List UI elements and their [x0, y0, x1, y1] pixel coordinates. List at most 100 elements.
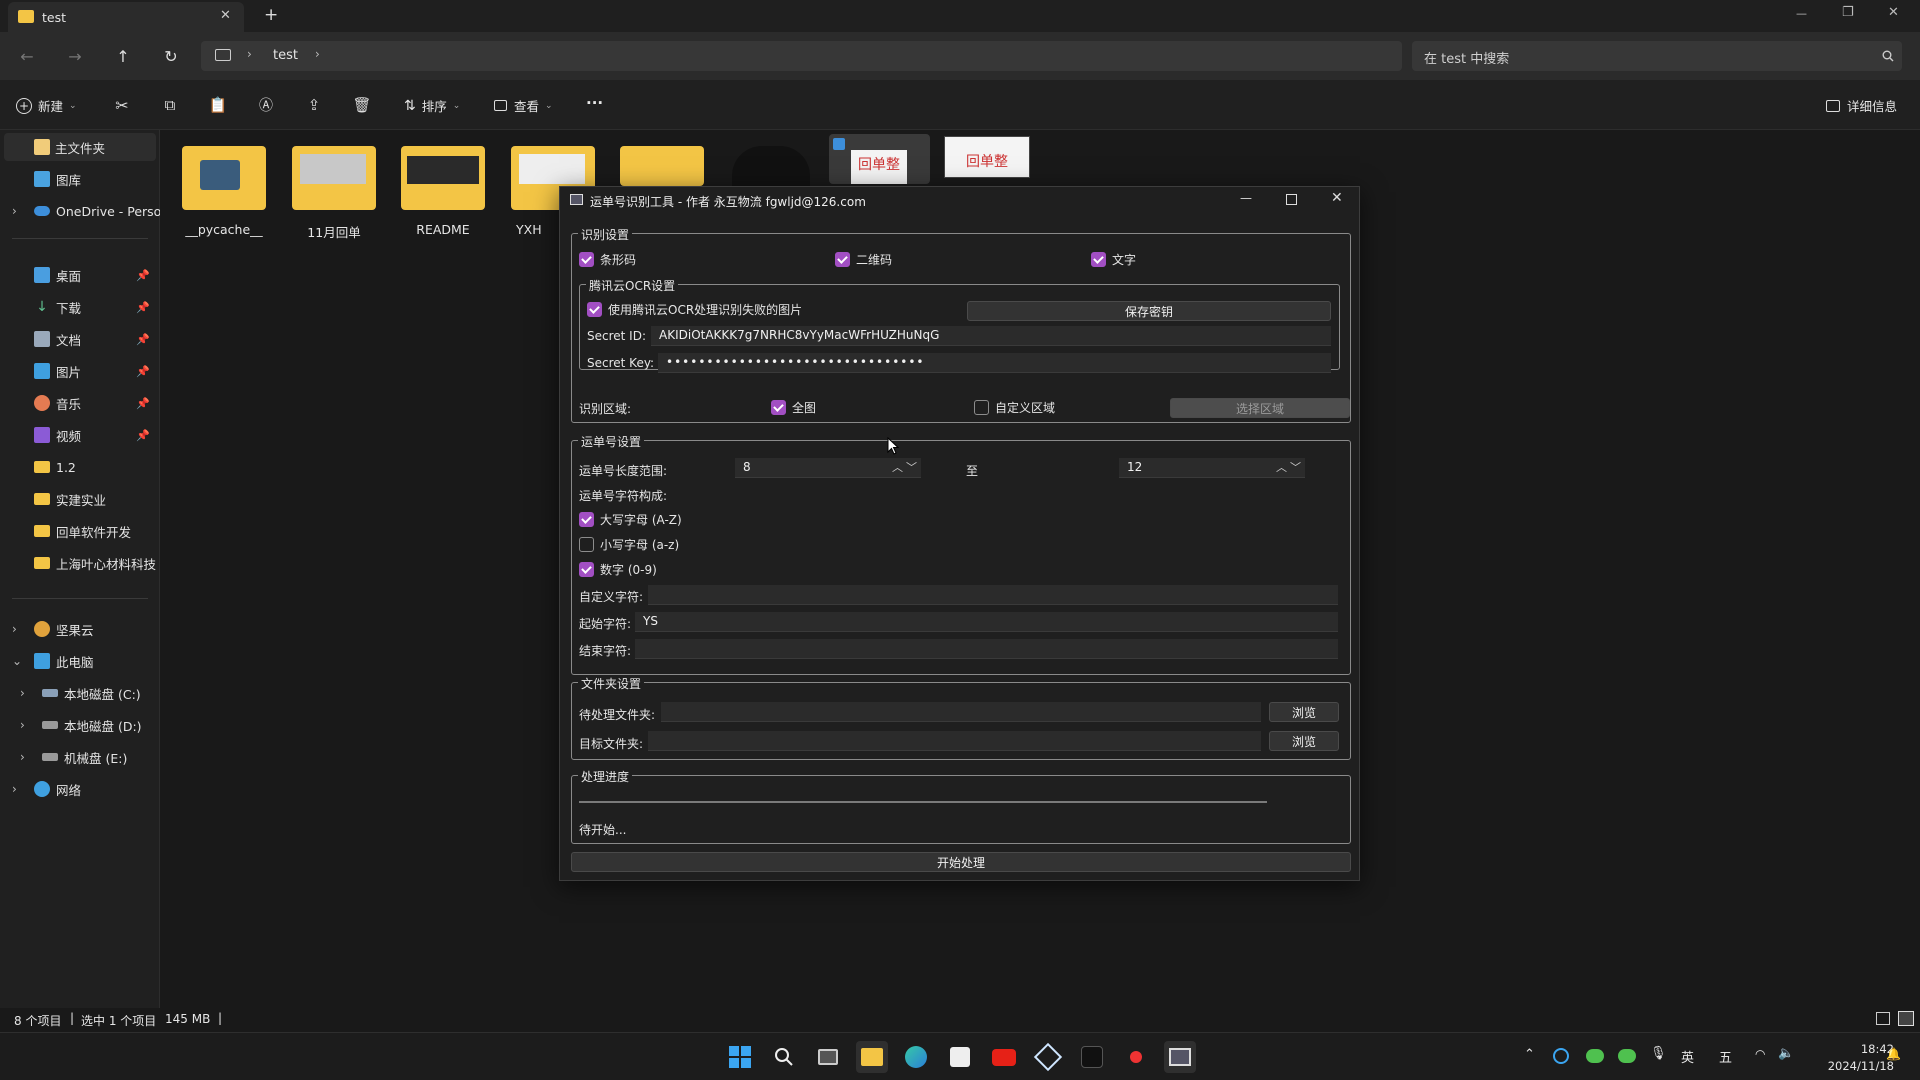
sidebar-item-gallery[interactable]: 图库 — [0, 165, 158, 193]
copy-icon[interactable]: ⧉ — [160, 95, 180, 115]
cut-icon[interactable]: ✂ — [112, 95, 132, 115]
sidebar-item-drive-e[interactable]: › 机械盘 (E:) — [0, 743, 158, 771]
custom-area-checkbox[interactable]: 自定义区域 — [974, 399, 1055, 416]
sidebar-item-home[interactable]: 主文件夹 — [4, 133, 156, 161]
custom-chars-input[interactable] — [648, 585, 1338, 605]
new-button[interactable]: + 新建 ⌄ — [16, 96, 77, 115]
task-view-button[interactable] — [812, 1041, 844, 1073]
spin-down-icon[interactable]: ﹀ — [1290, 459, 1301, 475]
selected-checkbox-icon[interactable] — [833, 138, 845, 150]
clock-date[interactable]: 2024/11/18 — [1808, 1059, 1894, 1073]
waybill-tool-taskbar-button[interactable] — [1164, 1041, 1196, 1073]
sidebar-item-desktop[interactable]: 桌面 📌 — [0, 261, 158, 289]
start-button[interactable] — [724, 1041, 756, 1073]
full-image-checkbox[interactable]: 全图 — [771, 399, 816, 416]
search-box[interactable]: 在 test 中搜索 — [1412, 41, 1902, 71]
chevron-right-icon[interactable]: › — [20, 750, 25, 764]
file-item[interactable] — [728, 146, 814, 186]
chevron-right-icon[interactable]: › — [12, 782, 17, 796]
sort-button[interactable]: ⇅ 排序 ⌄ — [404, 96, 460, 115]
sidebar-item-nutstore[interactable]: › 坚果云 — [0, 615, 158, 643]
volume-icon[interactable]: 🔈 — [1778, 1046, 1794, 1061]
secret-id-input[interactable]: AKIDiOtAKKK7g7NRHC8vYyMacWFrHUZHuNqG — [651, 326, 1331, 346]
maximize-button[interactable] — [1286, 194, 1297, 205]
chevron-right-icon[interactable]: › — [12, 622, 17, 636]
file-item[interactable]: 11月回单 — [291, 146, 377, 241]
tray-app-icon[interactable] — [1553, 1048, 1569, 1064]
minimize-button[interactable]: — — [1796, 7, 1807, 20]
new-tab-button[interactable]: + — [264, 5, 278, 25]
sidebar-item-videos[interactable]: 视频 📌 — [0, 421, 158, 449]
forward-icon[interactable]: → — [65, 46, 85, 66]
rename-icon[interactable]: Ⓐ — [256, 95, 276, 115]
digits-checkbox[interactable]: 数字 (0-9) — [579, 561, 657, 578]
select-area-button[interactable]: 选择区域 — [1170, 398, 1350, 418]
wechat-icon[interactable] — [1586, 1049, 1604, 1063]
delete-icon[interactable]: 🗑 — [352, 95, 372, 115]
chevron-down-icon[interactable]: ⌄ — [12, 654, 22, 668]
barcode-checkbox[interactable]: 条形码 — [579, 251, 636, 268]
large-icons-view-icon[interactable] — [1898, 1011, 1914, 1026]
back-icon[interactable]: ← — [17, 46, 37, 66]
qrcode-checkbox[interactable]: 二维码 — [835, 251, 892, 268]
spin-up-icon[interactable]: ︿ — [1276, 459, 1287, 475]
paste-icon[interactable]: 📋 — [208, 95, 228, 115]
text-checkbox[interactable]: 文字 — [1091, 251, 1136, 268]
secret-key-input[interactable]: •••••••••••••••••••••••••••••••• — [658, 353, 1331, 373]
wechat-icon[interactable] — [1618, 1049, 1636, 1063]
sidebar-item-pictures[interactable]: 图片 📌 — [0, 357, 158, 385]
sidebar-item-drive-d[interactable]: › 本地磁盘 (D:) — [0, 711, 158, 739]
store-taskbar-button[interactable] — [944, 1041, 976, 1073]
tab-test[interactable]: test ✕ — [8, 2, 244, 32]
sidebar-item-music[interactable]: 音乐 📌 — [0, 389, 158, 417]
details-button[interactable]: 详细信息 — [1826, 96, 1897, 115]
file-item[interactable]: README — [400, 146, 486, 237]
tab-close-icon[interactable]: ✕ — [220, 8, 231, 23]
chevron-right-icon[interactable]: › — [12, 204, 17, 218]
start-chars-input[interactable]: YS — [635, 612, 1338, 632]
terminal-taskbar-button[interactable] — [1076, 1041, 1108, 1073]
browse-source-button[interactable]: 浏览 — [1269, 702, 1339, 722]
breadcrumb-item[interactable]: test — [273, 48, 298, 63]
share-icon[interactable]: ⇪ — [304, 95, 324, 115]
source-folder-input[interactable] — [661, 702, 1261, 722]
recorder-taskbar-button[interactable] — [1120, 1041, 1152, 1073]
sidebar-item-folder-shijian[interactable]: 实建实业 — [0, 485, 158, 513]
file-item[interactable]: __pycache__ — [181, 146, 267, 237]
search-button[interactable] — [768, 1041, 800, 1073]
details-view-icon[interactable] — [1876, 1012, 1890, 1025]
start-processing-button[interactable]: 开始处理 — [571, 852, 1351, 872]
browse-target-button[interactable]: 浏览 — [1269, 731, 1339, 751]
view-button[interactable]: 查看 ⌄ — [494, 96, 553, 115]
uppercase-checkbox[interactable]: 大写字母 (A-Z) — [579, 511, 682, 528]
end-chars-input[interactable] — [635, 639, 1338, 659]
target-folder-input[interactable] — [648, 731, 1261, 751]
file-explorer-taskbar-button[interactable] — [856, 1041, 888, 1073]
sidebar-item-drive-c[interactable]: › 本地磁盘 (C:) — [0, 679, 158, 707]
chevron-right-icon[interactable]: › — [20, 718, 25, 732]
use-ocr-checkbox[interactable]: 使用腾讯云OCR处理识别失败的图片 — [587, 301, 802, 318]
chevron-right-icon[interactable]: › — [20, 686, 25, 700]
spin-up-icon[interactable]: ︿ — [892, 459, 903, 475]
sidebar-item-documents[interactable]: 文档 📌 — [0, 325, 158, 353]
minimize-button[interactable]: — — [1240, 191, 1252, 205]
chevron-up-icon[interactable]: ⌃ — [1524, 1047, 1535, 1062]
spin-down-icon[interactable]: ﹀ — [906, 459, 917, 475]
sidebar-item-folder-shanghai[interactable]: 上海叶心材料科技 — [0, 549, 158, 577]
sidebar-item-folder-1-2[interactable]: 1.2 — [0, 453, 158, 481]
sidebar-item-downloads[interactable]: ↓ 下载 📌 — [0, 293, 158, 321]
maximize-button[interactable]: ❐ — [1842, 5, 1854, 20]
sidebar-item-this-pc[interactable]: ⌄ 此电脑 — [0, 647, 158, 675]
file-item[interactable]: 回单整 — [940, 136, 1034, 178]
sidebar-item-network[interactable]: › 网络 — [0, 775, 158, 803]
notification-icon[interactable]: 🔔 — [1886, 1047, 1901, 1061]
file-item-selected[interactable]: 回单整 — [829, 134, 930, 184]
save-key-button[interactable]: 保存密钥 — [967, 301, 1331, 321]
cube-app-taskbar-button[interactable] — [1032, 1041, 1064, 1073]
sidebar-item-onedrive[interactable]: › OneDrive - Perso — [0, 197, 161, 225]
sidebar-item-folder-huidan[interactable]: 回单软件开发 — [0, 517, 158, 545]
max-length-spinbox[interactable]: 12 ︿ ﹀ — [1119, 458, 1305, 478]
ime-language[interactable]: 英 — [1681, 1047, 1694, 1066]
ime-mode[interactable]: 五 — [1719, 1047, 1732, 1066]
wifi-icon[interactable]: ◠ — [1755, 1047, 1765, 1061]
